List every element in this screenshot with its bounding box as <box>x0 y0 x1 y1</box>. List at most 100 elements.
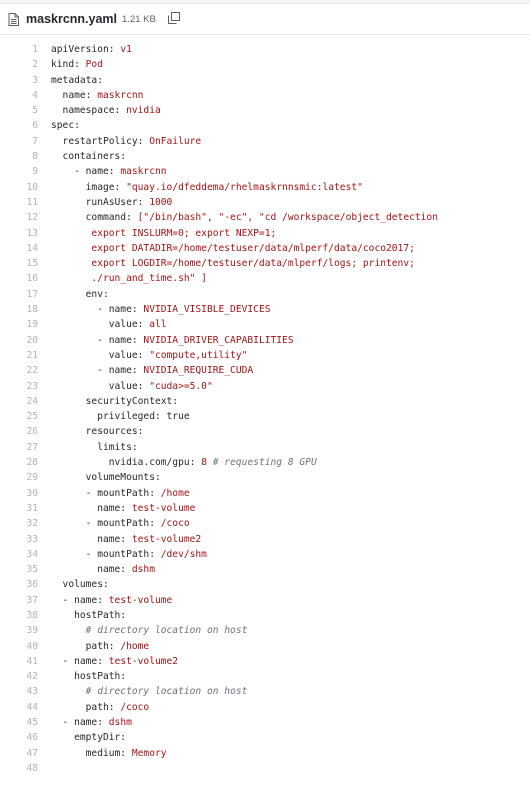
code-token: - mountPath: <box>51 548 161 560</box>
code-line: 37 - name: test-volume <box>0 593 530 608</box>
file-icon <box>8 12 19 26</box>
code-token: path: <box>51 701 121 713</box>
code-token: maskrcnn <box>97 89 144 101</box>
line-number: 5 <box>32 105 38 117</box>
line-content <box>38 761 51 776</box>
code-token: test-volume2 <box>131 533 202 545</box>
line-number: 33 <box>26 533 38 545</box>
code-token: - name: <box>51 334 144 346</box>
code-token: /home <box>120 640 150 652</box>
line-number: 19 <box>26 319 38 331</box>
line-content: env: <box>38 287 109 302</box>
code-line: 48 <box>0 761 530 776</box>
code-token: maskrcnn <box>120 166 167 178</box>
code-line: 32 - mountPath: /coco <box>0 516 530 531</box>
line-number: 17 <box>26 288 38 300</box>
line-content: spec: <box>38 118 80 133</box>
code-token: - name: <box>51 717 109 729</box>
line-number: 11 <box>26 196 38 208</box>
code-token: resources: <box>51 426 144 438</box>
code-line: 23 value: "cuda>=5.0" <box>0 379 530 394</box>
line-content: limits: <box>38 440 138 455</box>
line-number: 18 <box>26 304 38 316</box>
line-number: 10 <box>26 181 38 193</box>
line-number: 34 <box>26 548 38 560</box>
code-token: namespace: <box>51 105 127 117</box>
code-token: apiVersion: <box>51 44 121 55</box>
code-token: command: <box>51 212 138 224</box>
code-line: 22 - name: NVIDIA_REQUIRE_CUDA <box>0 363 530 378</box>
code-token: name: <box>51 89 98 101</box>
code-token: - mountPath: <box>51 518 161 530</box>
line-content: value: all <box>38 317 167 332</box>
code-token: limits: <box>51 441 138 453</box>
code-line: 13 export INSLURM=0; export NEXP=1; <box>0 226 530 241</box>
code-line: 19 value: all <box>0 317 530 332</box>
code-line: 41 - name: test-volume2 <box>0 654 530 669</box>
line-number: 43 <box>26 686 38 698</box>
code-token: 1000 <box>149 196 173 208</box>
line-number: 24 <box>26 395 38 407</box>
line-content: - mountPath: /dev/shm <box>38 547 207 562</box>
code-token: dshm <box>108 717 132 729</box>
code-token: all <box>149 319 167 331</box>
code-token: - name: <box>51 365 144 377</box>
line-content: name: test-volume <box>38 501 195 516</box>
code-token: hostPath: <box>51 609 127 621</box>
code-line: 46 emptyDir: <box>0 730 530 745</box>
code-line: 28 nvidia.com/gpu: 8 # requesting 8 GPU <box>0 455 530 470</box>
line-number: 48 <box>26 762 38 774</box>
line-content: name: test-volume2 <box>38 532 201 547</box>
code-line: 8 containers: <box>0 149 530 164</box>
line-content: image: "quay.io/dfeddema/rhelmaskrnnsmic… <box>38 180 363 195</box>
code-token: value: <box>51 380 150 392</box>
code-token: NVIDIA_DRIVER_CAPABILITIES <box>143 334 294 346</box>
line-content: nvidia.com/gpu: 8 # requesting 8 GPU <box>38 455 317 470</box>
line-number: 12 <box>26 212 38 224</box>
line-number: 3 <box>32 74 38 86</box>
line-content: medium: Memory <box>38 746 167 761</box>
code-token: containers: <box>51 151 127 163</box>
line-content: - name: test-volume2 <box>38 654 179 669</box>
code-token: /coco <box>160 518 190 530</box>
code-token: name: <box>51 564 132 576</box>
line-content: metadata: <box>38 73 103 88</box>
code-token: hostPath: <box>51 671 127 683</box>
line-content: - name: NVIDIA_DRIVER_CAPABILITIES <box>38 333 294 348</box>
line-number: 31 <box>26 502 38 514</box>
code-line: 5 namespace: nvidia <box>0 103 530 118</box>
code-line: 18 - name: NVIDIA_VISIBLE_DEVICES <box>0 302 530 317</box>
line-content: name: dshm <box>38 562 155 577</box>
code-token: - mountPath: <box>51 487 161 499</box>
code-line: 20 - name: NVIDIA_DRIVER_CAPABILITIES <box>0 333 530 348</box>
code-token: v1 <box>120 44 132 55</box>
line-number: 2 <box>32 59 38 71</box>
code-line: 38 hostPath: <box>0 608 530 623</box>
line-number: 20 <box>26 334 38 346</box>
line-content: apiVersion: v1 <box>38 42 132 57</box>
code-line: 29 volumeMounts: <box>0 470 530 485</box>
code-token: volumeMounts: <box>51 472 161 484</box>
line-number: 41 <box>26 655 38 667</box>
line-content: export INSLURM=0; export NEXP=1; <box>38 226 276 241</box>
file-name: maskrcnn.yaml <box>26 12 118 26</box>
line-number: 15 <box>26 258 38 270</box>
code-token: export DATADIR=/home/testuser/data/mlper… <box>51 242 415 254</box>
line-content: - name: NVIDIA_REQUIRE_CUDA <box>38 363 253 378</box>
code-token: spec: <box>51 120 80 132</box>
line-content: volumes: <box>38 577 109 592</box>
code-line: 6 spec: <box>0 118 530 133</box>
code-line: 31 name: test-volume <box>0 501 530 516</box>
code-line: 9 - name: maskrcnn <box>0 164 530 179</box>
code-token: NVIDIA_VISIBLE_DEVICES <box>143 304 271 316</box>
code-line: 42 hostPath: <box>0 669 530 684</box>
code-token: Memory <box>131 747 167 759</box>
line-content: runAsUser: 1000 <box>38 195 173 210</box>
line-number: 22 <box>26 365 38 377</box>
code-token: nvidia.com/gpu: <box>51 457 202 469</box>
code-line: 27 limits: <box>0 440 530 455</box>
copy-icon[interactable] <box>167 11 180 24</box>
line-content: restartPolicy: OnFailure <box>38 134 202 149</box>
line-content: hostPath: <box>38 669 126 684</box>
